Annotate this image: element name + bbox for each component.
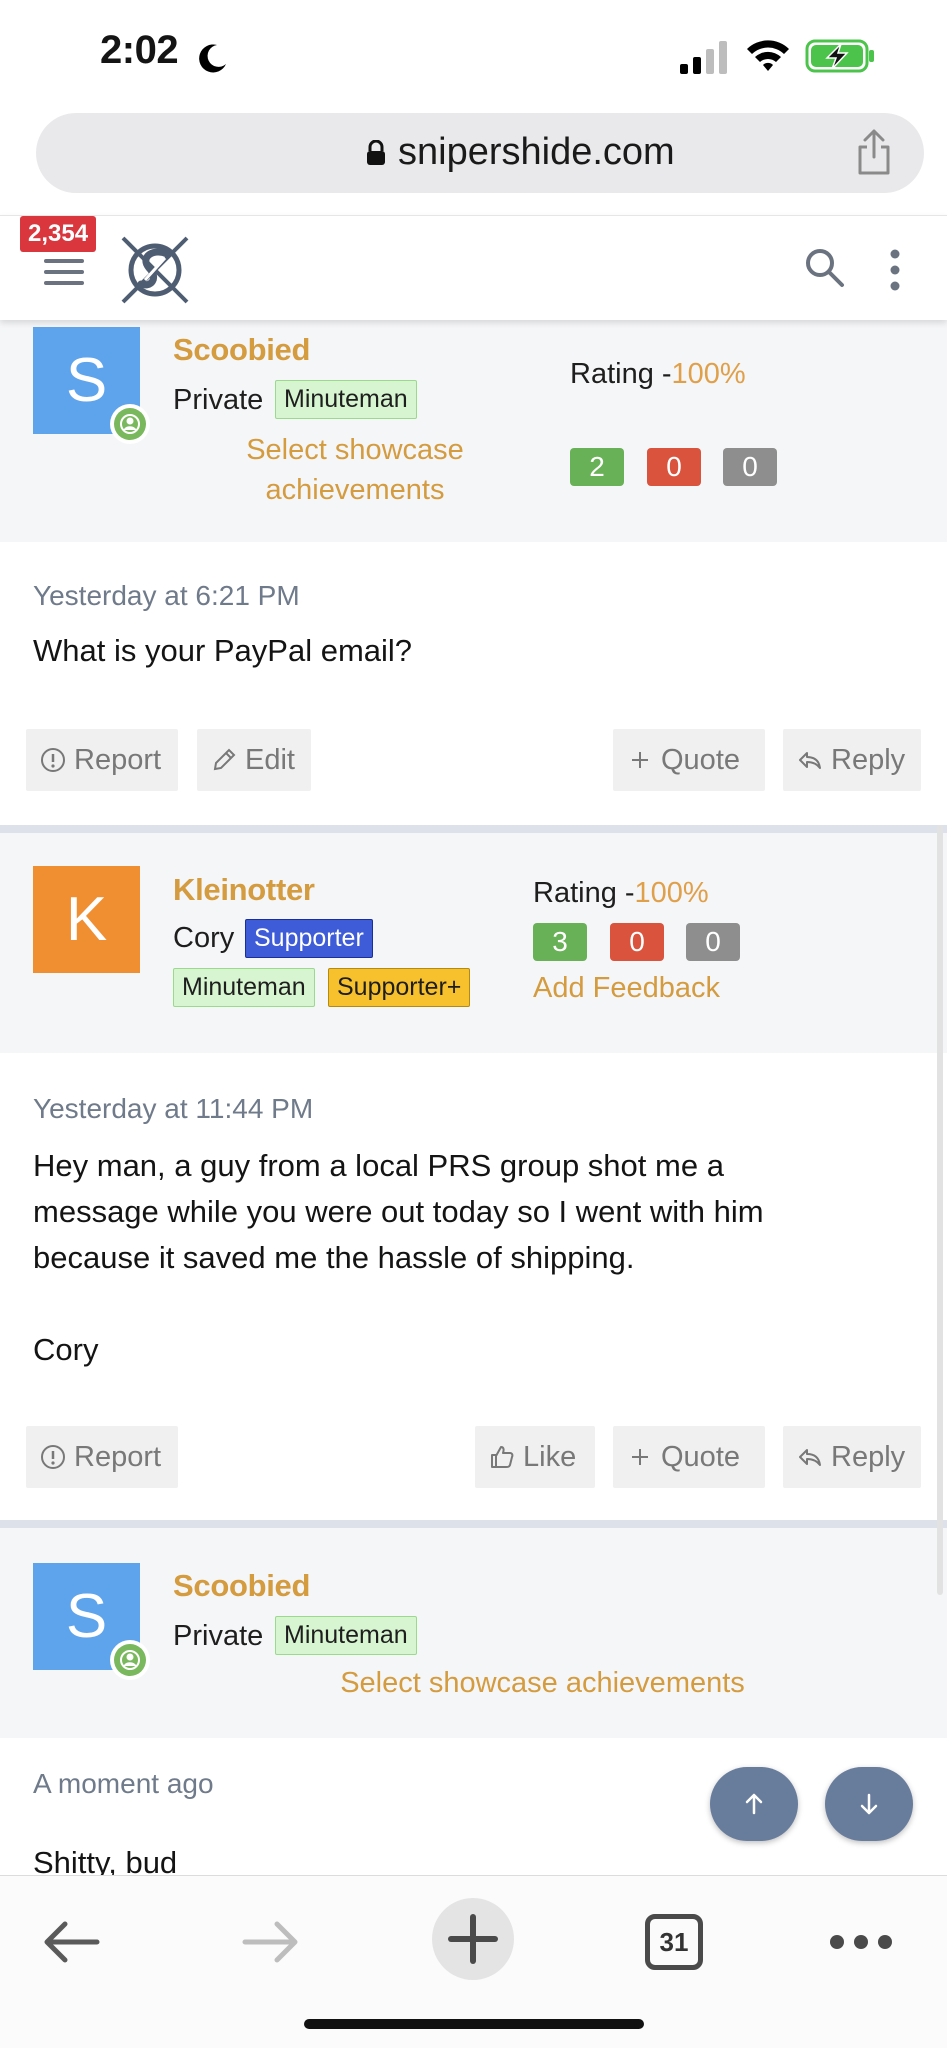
positive-feedback-count[interactable]: 2 <box>570 448 624 486</box>
minuteman-badge: Minuteman <box>173 968 315 1007</box>
supporter-plus-badge: Supporter+ <box>328 968 471 1007</box>
back-button[interactable] <box>38 1916 104 1968</box>
scroll-up-button[interactable] <box>710 1767 798 1841</box>
post-message: Hey man, a guy from a local PRS group sh… <box>33 1148 764 1367</box>
quote-button[interactable]: Quote <box>613 1426 765 1488</box>
user-title: Cory <box>173 922 235 954</box>
report-button[interactable]: Report <box>26 1426 178 1488</box>
plus-icon <box>448 1914 498 1964</box>
ellipsis-icon <box>830 1935 892 1949</box>
post-userbar: S Scoobied Private Minuteman Select show… <box>0 320 947 542</box>
reply-icon <box>799 752 821 769</box>
browser-toolbar: 31 <box>0 1875 947 2048</box>
user-title: Private <box>173 384 264 416</box>
post-divider <box>0 825 947 833</box>
post-message: Shitty, bud <box>33 1845 178 1875</box>
showcase-link[interactable]: Select showcase achievements <box>200 430 510 510</box>
post-body: A moment ago Shitty, bud <box>0 1738 947 1875</box>
post-timestamp[interactable]: A moment ago <box>33 1768 214 1800</box>
moon-icon <box>199 44 226 73</box>
lock-icon <box>367 140 385 165</box>
supporter-badge: Supporter <box>245 919 373 958</box>
notification-badge[interactable]: 2,354 <box>20 216 97 252</box>
negative-feedback-count[interactable]: 0 <box>610 923 664 961</box>
plus-icon <box>632 1449 648 1465</box>
more-menu-button[interactable] <box>828 1928 894 1956</box>
more-options-icon[interactable] <box>885 248 905 292</box>
add-feedback-link[interactable]: Add Feedback <box>533 972 720 1005</box>
like-button[interactable]: Like <box>475 1426 595 1488</box>
positive-feedback-count[interactable]: 3 <box>533 923 587 961</box>
online-status-icon <box>110 1640 150 1680</box>
online-status-icon <box>110 404 150 444</box>
rating-label: Rating -100% <box>533 877 709 909</box>
username[interactable]: Scoobied <box>173 1568 310 1604</box>
scrollbar[interactable] <box>937 825 943 1595</box>
post-body: Yesterday at 11:44 PM Hey man, a guy fro… <box>0 1053 947 1367</box>
arrow-up-icon <box>745 1793 763 1815</box>
hamburger-menu-icon[interactable] <box>44 256 84 288</box>
scroll-down-button[interactable] <box>825 1767 913 1841</box>
plus-icon <box>632 752 648 768</box>
alert-icon <box>41 748 65 772</box>
report-button[interactable]: Report <box>26 729 178 791</box>
home-indicator[interactable] <box>304 2019 644 2029</box>
thread-content[interactable]: S Scoobied Private Minuteman Select show… <box>0 320 947 1875</box>
post-userbar: S Scoobied Private Minuteman Select show… <box>0 1528 947 1738</box>
site-header: 2,354 <box>0 215 947 320</box>
neutral-feedback-count[interactable]: 0 <box>686 923 740 961</box>
arrow-right-icon <box>242 1921 298 1963</box>
new-tab-button[interactable] <box>432 1898 514 1980</box>
quote-button[interactable]: Quote <box>613 729 765 791</box>
reply-button[interactable]: Reply <box>783 1426 921 1488</box>
user-title: Private <box>173 1620 264 1652</box>
post-body: Yesterday at 6:21 PM What is your PayPal… <box>0 542 947 826</box>
reply-icon <box>799 1449 821 1466</box>
showcase-link[interactable]: Select showcase achievements <box>300 1663 785 1703</box>
arrow-down-icon <box>860 1793 878 1815</box>
username[interactable]: Kleinotter <box>173 872 315 908</box>
neutral-feedback-count[interactable]: 0 <box>723 448 777 486</box>
avatar[interactable]: S <box>33 327 150 444</box>
post-userbar: K Kleinotter Cory Supporter Minuteman Su… <box>0 833 947 1053</box>
url-text: snipershide.com <box>398 131 675 173</box>
search-icon[interactable] <box>803 246 845 288</box>
pencil-icon <box>213 748 236 771</box>
arrow-left-icon <box>44 1921 100 1963</box>
battery-charging-icon <box>805 39 874 73</box>
status-bar: 2:02 <box>0 0 947 110</box>
minuteman-badge: Minuteman <box>275 1616 417 1655</box>
post-timestamp[interactable]: Yesterday at 11:44 PM <box>33 1093 313 1125</box>
post-message: What is your PayPal email? <box>33 633 413 668</box>
cellular-signal-icon <box>680 41 727 74</box>
avatar[interactable]: K <box>33 866 140 973</box>
wifi-icon <box>747 40 789 71</box>
rating-label: Rating -100% <box>570 358 746 390</box>
username[interactable]: Scoobied <box>173 332 310 368</box>
avatar[interactable]: S <box>33 1563 150 1680</box>
alert-icon <box>41 1445 65 1469</box>
status-time: 2:02 <box>100 28 179 72</box>
tabs-button[interactable]: 31 <box>645 1914 703 1970</box>
share-icon[interactable] <box>854 127 894 177</box>
forward-button[interactable] <box>238 1916 304 1968</box>
negative-feedback-count[interactable]: 0 <box>647 448 701 486</box>
post-timestamp[interactable]: Yesterday at 6:21 PM <box>33 580 300 612</box>
reply-button[interactable]: Reply <box>783 729 921 791</box>
address-bar[interactable]: snipershide.com <box>36 113 924 193</box>
thumbs-up-icon <box>491 1446 514 1468</box>
snipers-hide-logo[interactable] <box>115 230 195 310</box>
minuteman-badge: Minuteman <box>275 380 417 419</box>
post-divider <box>0 1520 947 1528</box>
edit-button[interactable]: Edit <box>197 729 311 791</box>
